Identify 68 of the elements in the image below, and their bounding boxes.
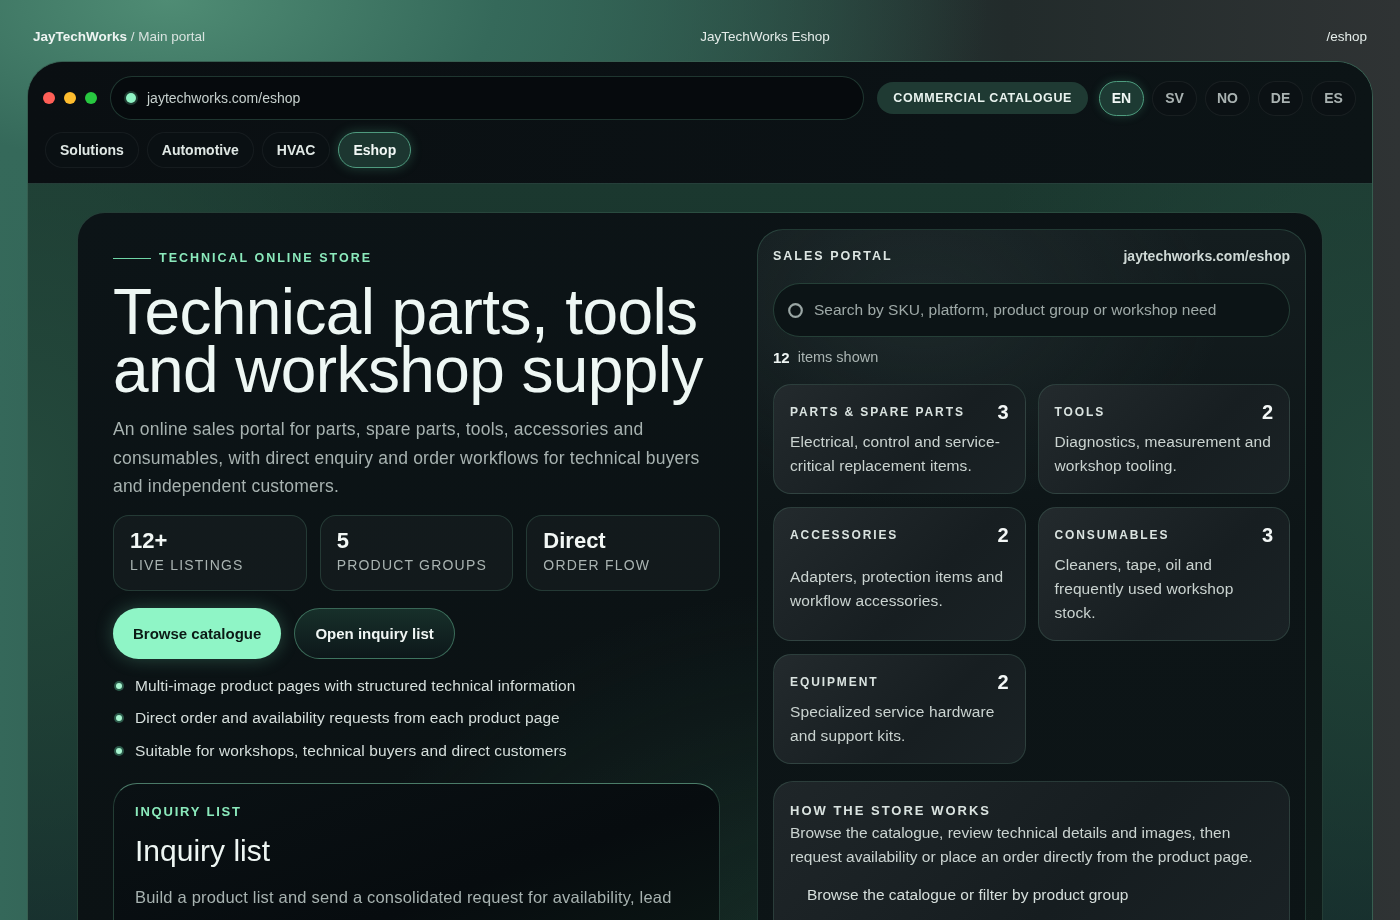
inquiry-title: Inquiry list [135, 832, 272, 869]
category-count: 3 [997, 400, 1009, 424]
category-card[interactable]: ACCESSORIES 2 Adapters, protection items and workflow accessories. [773, 507, 1026, 641]
category-description: Electrical, control and service-critical replacement items. [790, 432, 1001, 476]
bullet-icon [114, 713, 124, 723]
info-title: HOW THE STORE WORKS [790, 803, 992, 819]
language-button[interactable]: ES [1311, 80, 1356, 116]
category-title: CONSUMABLES [1054, 528, 1170, 542]
breadcrumb: JayTechWorks / Main portal [33, 28, 206, 44]
info-description: Browse the catalogue, review technical details and images, then request availability or place an order directly from the product page. [790, 823, 1254, 867]
language-button[interactable]: SV [1152, 80, 1197, 116]
hero-description: An online sales portal for parts, spare parts, tools, accessories and consumables, with direct enquiry and order workflows for technical buyers and independent customers. [113, 418, 701, 498]
address-bar[interactable]: jaytechworks.com/eshop [110, 76, 865, 120]
browse-catalogue-button[interactable]: Browse catalogue [113, 607, 282, 659]
panel-url: jaytechworks.com/eshop [1123, 248, 1290, 264]
window-minimize-icon[interactable] [64, 92, 76, 104]
category-card[interactable]: TOOLS 2 Diagnostics, measurement and workshop tooling. [1037, 384, 1290, 494]
stat-label: PRODUCT GROUPS [336, 555, 487, 574]
item-count-label: items shown [797, 349, 879, 365]
category-card[interactable]: PARTS & SPARE PARTS 3 Electrical, control and service-critical replacement items. [773, 384, 1026, 494]
stat-value: 5 [336, 527, 349, 554]
category-card[interactable]: EQUIPMENT 2 Specialized service hardware and support kits. [773, 654, 1026, 764]
category-title: TOOLS [1054, 405, 1106, 419]
stat-label: LIVE LISTINGS [130, 555, 244, 574]
eyebrow-label: TECHNICAL ONLINE STORE [159, 251, 372, 265]
category-count: 3 [1261, 523, 1273, 547]
category-count: 2 [997, 523, 1009, 547]
status-dot-icon [124, 91, 138, 105]
feature-text: Suitable for workshops, technical buyers and direct customers [135, 741, 567, 760]
bullet-icon [114, 680, 124, 691]
category-description: Cleaners, tape, oil and frequently used workshop stock. [1054, 555, 1235, 623]
category-description: Diagnostics, measurement and workshop tooling. [1054, 432, 1272, 476]
category-count: 2 [1261, 400, 1273, 424]
category-card[interactable]: CONSUMABLES 3 Cleaners, tape, oil and frequently used workshop stock. [1037, 507, 1290, 641]
category-description: Specialized service hardware and support kits. [790, 702, 996, 746]
page-title: JayTechWorks Eshop [700, 28, 830, 44]
stat-value: 12+ [130, 527, 168, 554]
stat-value: Direct [543, 527, 606, 554]
nav-tab[interactable]: HVAC [261, 132, 331, 168]
category-title: ACCESSORIES [790, 528, 899, 542]
catalogue-badge: COMMERCIAL CATALOGUE [877, 82, 1088, 114]
stat-label: ORDER FLOW [543, 555, 651, 574]
nav-tab[interactable]: Eshop [338, 132, 412, 168]
category-title: EQUIPMENT [790, 675, 879, 689]
item-count: 12 [773, 348, 790, 366]
search-field[interactable]: Search by SKU, platform, product group or workshop need [773, 283, 1290, 337]
language-button[interactable]: EN [1099, 80, 1144, 116]
language-button[interactable]: DE [1258, 80, 1303, 116]
inquiry-eyebrow: INQUIRY LIST [135, 803, 243, 820]
category-count: 2 [997, 670, 1009, 694]
bullet-icon [114, 745, 124, 756]
nav-tab[interactable]: Automotive [146, 132, 254, 168]
language-button[interactable]: NO [1205, 80, 1250, 116]
step-text: Browse the catalogue or filter by product group [806, 885, 1130, 905]
circle-icon [788, 303, 803, 318]
category-description: Adapters, protection items and workflow accessories. [790, 567, 1005, 611]
panel-label: SALES PORTAL [773, 249, 893, 263]
accent-rule [113, 257, 151, 259]
window-close-icon[interactable] [43, 92, 55, 104]
window-zoom-icon[interactable] [85, 92, 97, 104]
feature-text: Multi-image product pages with structured technical information [135, 676, 576, 695]
nav-tab[interactable]: Solutions [45, 132, 139, 168]
hero-title: Technical parts, tools and workshop supply [113, 275, 705, 408]
category-title: PARTS & SPARE PARTS [790, 405, 965, 419]
inquiry-description: Build a product list and send a consolidated request for availability, lead [135, 886, 673, 908]
feature-text: Direct order and availability requests from each product page [135, 709, 560, 727]
inquiry-list-button[interactable]: Open inquiry list [294, 607, 455, 659]
path-label: /eshop [1326, 28, 1367, 44]
